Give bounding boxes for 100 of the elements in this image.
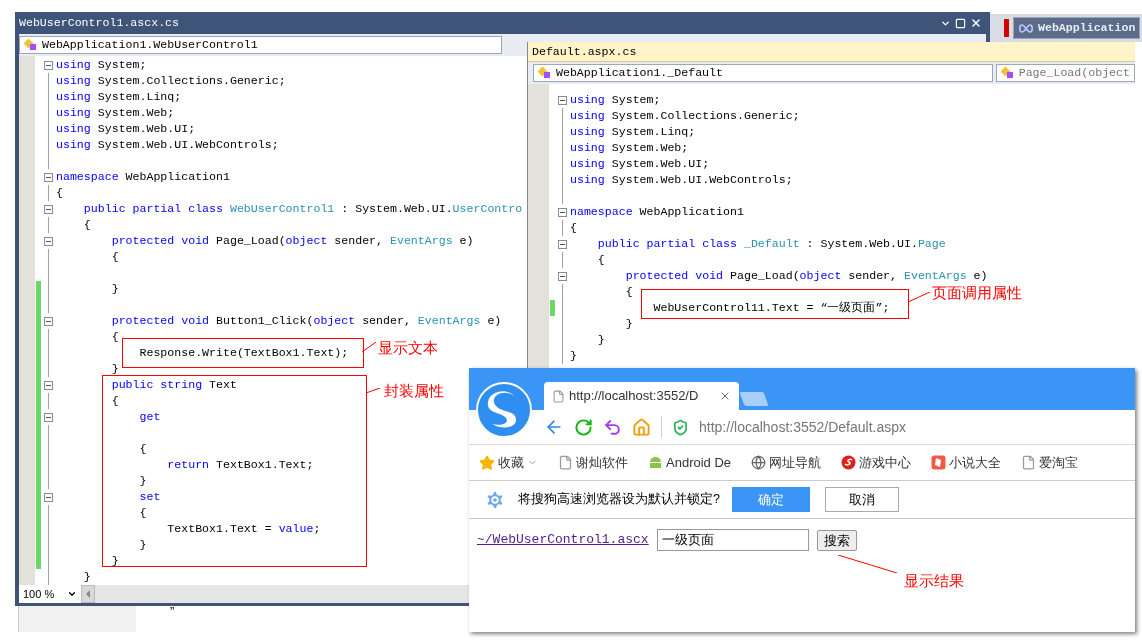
code-line: { [570,220,577,236]
code-line: { [56,185,63,201]
collapse-icon[interactable] [43,380,53,390]
collapse-icon[interactable] [557,271,567,281]
text-input[interactable]: 一级页面 [656,529,809,551]
page-icon [558,455,573,470]
code-line: using System.Web; [570,140,689,156]
code-line: } [139,473,147,489]
collapse-icon[interactable] [557,239,567,249]
annotation-label: 显示结果 [904,571,964,591]
star-icon [479,454,495,471]
game-icon [841,455,857,470]
document-tab[interactable]: WebApplication [1013,17,1141,39]
refresh-icon[interactable] [574,417,593,437]
code-line: using System; [570,92,661,108]
collapse-icon[interactable] [43,412,53,422]
undo-icon[interactable] [603,417,622,437]
code-line: using System.Web.UI; [570,156,710,172]
bookmark-item[interactable]: 小说大全 [931,452,1002,473]
code-line: using System.Web; [56,105,175,121]
code-line: public partial class _Default : System.Web.UI.Page [597,236,946,252]
collapse-icon[interactable] [43,204,53,214]
caret-icon[interactable] [67,589,77,599]
prompt-text: 将搜狗高速浏览器设为默认并锁定? [518,491,720,509]
window-title: Default.aspx.cs [532,43,637,60]
bookmark-item[interactable]: 谢灿软件 [558,452,628,473]
code-line: } [83,569,91,585]
code-line: protected void Page_Load(object sender, EventArgs e) [111,233,474,249]
code-line: get [139,409,161,425]
code-line: using System.Collections.Generic; [570,108,800,124]
infinity-icon [1018,23,1034,33]
code-navigation-dropdown[interactable]: WebApplication1.WebUserControl1 [19,36,502,54]
bookmark-item[interactable]: 游戏中心 [841,452,912,473]
annotation-label: 显示文本 [378,338,438,358]
stray-text: ” [170,603,175,621]
code-line: using System.Web.UI.WebControls; [56,137,279,153]
bookmark-item[interactable]: 收藏 [479,452,538,473]
code-line: { [111,249,119,265]
code-line: { [139,441,147,457]
collapse-icon[interactable] [43,316,53,326]
window-title: WebUserControl1.ascx.cs [19,15,181,32]
code-line: { [625,284,633,300]
leader-line [362,342,376,352]
page-icon [552,389,565,403]
collapse-icon[interactable] [43,492,53,502]
code-line: { [139,505,147,521]
code-line: } [625,316,633,332]
code-line: protected void Page_Load(object sender, EventArgs e) [625,268,988,284]
code-line: using System.Linq; [56,89,182,105]
annotation-label: 封装属性 [384,381,444,401]
code-line: namespace WebApplication1 [56,169,230,185]
zoom-dropdown[interactable]: 100 % [19,585,81,603]
code-line: using System.Web.UI.WebControls; [570,172,793,188]
address-field[interactable]: http://localhost:3552/Default.aspx [699,416,907,438]
search-button[interactable]: 搜索 [816,529,857,551]
code-line: WebUserControl11.Text = “一级页面”; [653,300,890,316]
collapse-icon[interactable] [557,207,567,217]
globe-icon [751,455,767,470]
code-line: public partial class WebUserControl1 : System.Web.UI.UserContro [83,201,523,217]
code-line: set [139,489,161,505]
close-icon[interactable] [970,17,982,29]
code-line: protected void Button1_Click(object sender, EventArgs e) [111,313,502,329]
code-line: using System.Web.UI; [56,121,196,137]
novel-icon [931,455,947,470]
code-line: } [111,281,119,297]
code-line: { [111,393,119,409]
code-navigation-dropdown[interactable]: WebApplication1._Default [533,64,993,82]
code-line: } [111,553,119,569]
code-line: namespace WebApplication1 [570,204,744,220]
class-icon [24,38,38,52]
settings-icon [484,488,506,511]
page-icon [1021,455,1037,470]
bookmark-item[interactable]: Android De [648,452,732,473]
bookmark-item[interactable]: 网址导航 [751,452,822,473]
code-line: return TextBox1.Text; [167,457,314,473]
collapse-icon[interactable] [43,236,53,246]
leader-line [838,555,897,573]
collapse-icon[interactable] [43,172,53,182]
annotation-label: 页面调用属性 [932,283,1022,303]
code-line: } [597,332,605,348]
android-icon [648,455,663,470]
code-line: } [111,361,119,377]
leader-line [366,388,380,393]
collapse-icon[interactable] [43,60,53,70]
code-line: TextBox1.Text = value; [167,521,321,537]
code-navigation-dropdown[interactable]: Page_Load(object [995,64,1135,82]
security-shield-icon [672,418,689,436]
close-icon[interactable] [719,390,731,402]
method-icon [1000,66,1015,80]
code-line: Response.Write(TextBox1.Text); [139,345,349,361]
code-line: { [83,217,91,233]
tab-marker [1004,19,1009,37]
maximize-icon[interactable] [955,17,966,29]
code-line: using System.Collections.Generic; [56,73,286,89]
user-control-link[interactable]: ~/WebUserControl1.ascx [477,530,649,550]
code-line: using System.Linq; [570,124,696,140]
browser-tab[interactable]: http://localhost:3552/D [544,382,739,410]
bookmark-item[interactable]: 爱淘宝 [1021,452,1079,473]
collapse-icon[interactable] [557,95,567,105]
cancel-button[interactable]: 取消 [824,487,899,512]
